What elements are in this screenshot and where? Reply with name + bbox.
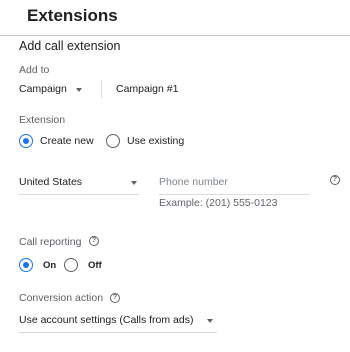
add-to-label: Add to bbox=[19, 64, 50, 76]
add-to-target-value[interactable]: Campaign #1 bbox=[116, 83, 178, 95]
divider bbox=[101, 80, 102, 98]
help-circle-icon[interactable]: ? bbox=[330, 175, 340, 185]
help-circle-icon[interactable]: ? bbox=[110, 293, 120, 303]
conversion-action-value: Use account settings (Calls from ads) bbox=[19, 314, 194, 326]
radio-checked-icon[interactable] bbox=[19, 134, 33, 148]
country-underline bbox=[19, 194, 139, 195]
radio-checked-icon[interactable] bbox=[19, 258, 33, 272]
create-new-label: Create new bbox=[40, 135, 94, 147]
caret-down-icon bbox=[131, 181, 137, 185]
phone-example-hint: Example: (201) 555-0123 bbox=[159, 197, 278, 209]
radio-unchecked-icon[interactable] bbox=[106, 134, 120, 148]
extension-label: Extension bbox=[19, 114, 66, 126]
phone-underline bbox=[159, 194, 309, 195]
off-label: Off bbox=[88, 260, 102, 271]
call-reporting-label: Call reporting bbox=[19, 236, 82, 248]
add-to-level-value: Campaign bbox=[19, 83, 67, 95]
use-existing-label: Use existing bbox=[127, 135, 185, 147]
conversion-underline bbox=[19, 332, 217, 333]
panel-header: Extensions bbox=[0, 0, 350, 36]
conversion-action-label: Conversion action bbox=[19, 292, 104, 304]
phone-number-input[interactable]: Phone number bbox=[159, 176, 228, 188]
help-circle-icon[interactable]: ? bbox=[89, 236, 99, 246]
form-title: Add call extension bbox=[19, 39, 121, 53]
on-label: On bbox=[43, 260, 57, 271]
page-title: Extensions bbox=[27, 6, 118, 25]
caret-down-icon bbox=[207, 319, 213, 323]
country-value: United States bbox=[19, 176, 83, 188]
radio-unchecked-icon[interactable] bbox=[64, 258, 78, 272]
caret-down-icon bbox=[76, 88, 82, 92]
